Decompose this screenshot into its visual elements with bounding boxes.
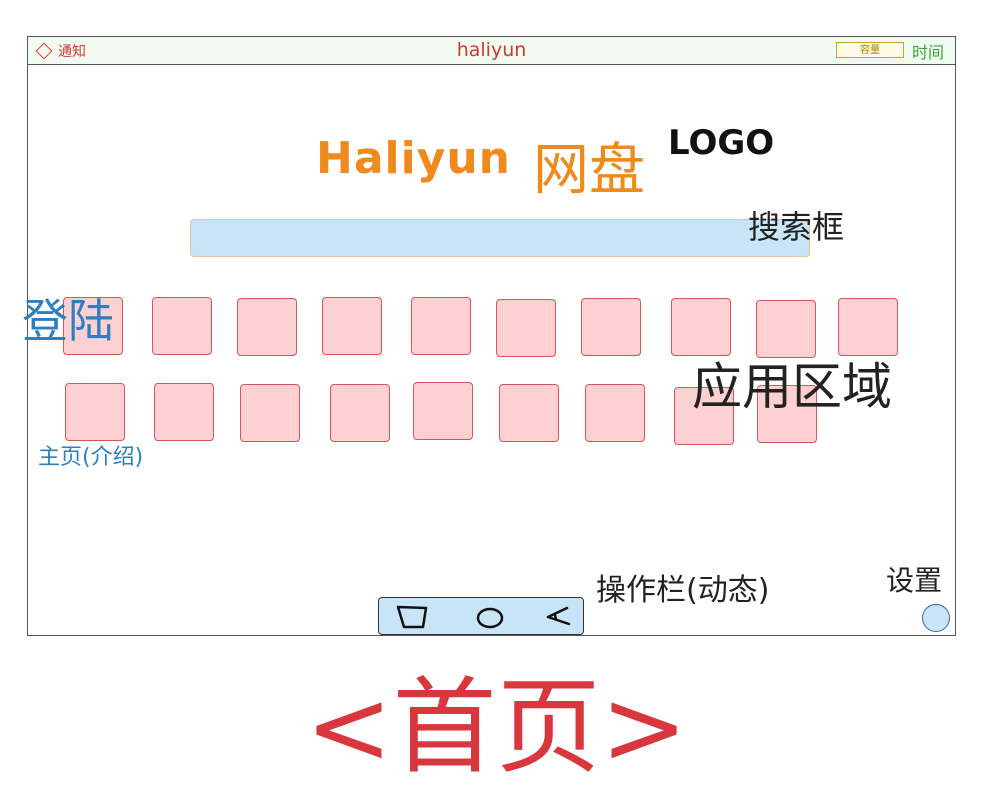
phone-screen-frame: 通知 haliyun 容量 时间 Haliyun 网盘 LOGO 搜索框 登陆 … xyxy=(22,36,956,636)
login-button[interactable]: 登陆 xyxy=(22,285,114,351)
app-tile[interactable] xyxy=(496,299,556,357)
logo-product-text: 网盘 xyxy=(533,138,645,203)
time-display: 时间 xyxy=(912,43,945,62)
app-tile[interactable] xyxy=(581,298,641,356)
settings-label: 设置 xyxy=(886,564,943,597)
app-tile[interactable] xyxy=(240,384,300,442)
home-intro-link[interactable]: 主页(介绍) xyxy=(38,439,143,471)
circle-icon[interactable] xyxy=(473,604,507,630)
app-tile[interactable] xyxy=(585,384,645,442)
logo-tag: LOGO xyxy=(668,123,775,163)
app-tile[interactable] xyxy=(154,383,214,441)
app-tile[interactable] xyxy=(499,384,559,442)
app-tile[interactable] xyxy=(330,384,390,442)
search-input[interactable] xyxy=(190,219,810,257)
app-area-annotation: 应用区域 xyxy=(692,358,892,416)
capacity-button[interactable]: 容量 xyxy=(836,42,904,58)
triangle-back-icon[interactable] xyxy=(543,604,577,630)
app-tile[interactable] xyxy=(411,297,471,355)
app-tile[interactable] xyxy=(413,382,473,440)
app-title: haliyun xyxy=(456,39,527,61)
app-tile[interactable] xyxy=(237,298,297,356)
top-status-bar: 通知 haliyun 容量 时间 xyxy=(28,37,955,65)
toolbar-annotation: 操作栏(动态) xyxy=(596,573,770,608)
action-toolbar xyxy=(378,597,584,635)
page-caption: <首页> xyxy=(305,666,688,788)
search-annotation: 搜索框 xyxy=(748,208,845,246)
app-tile[interactable] xyxy=(152,297,212,355)
app-tile[interactable] xyxy=(65,383,125,441)
logo-brand-text: Haliyun xyxy=(316,133,512,184)
settings-button[interactable] xyxy=(922,604,950,632)
app-tile[interactable] xyxy=(322,297,382,355)
square-icon[interactable] xyxy=(395,604,429,630)
